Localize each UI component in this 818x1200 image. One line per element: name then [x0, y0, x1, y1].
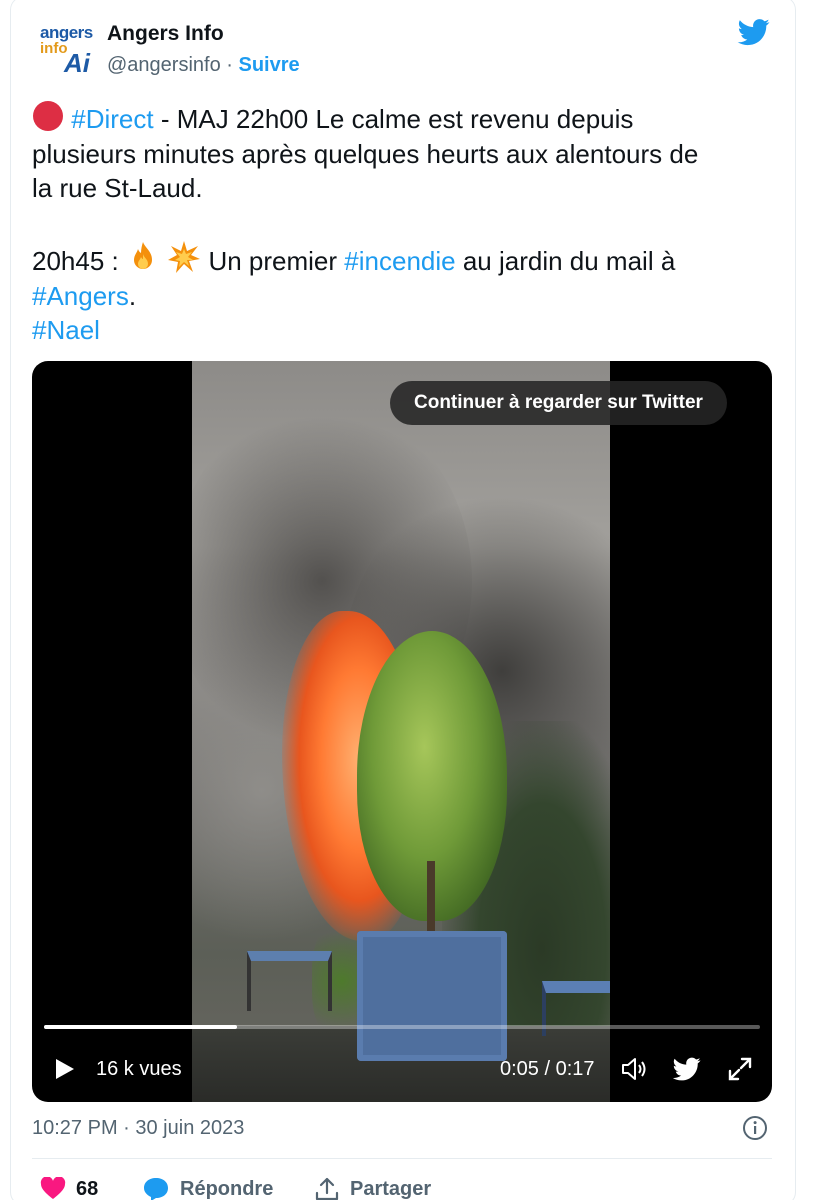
hashtag-nael-link[interactable]: #Nael [32, 315, 100, 345]
hashtag-direct-link[interactable]: #Direct [71, 104, 153, 134]
twitter-bird-icon[interactable] [736, 16, 772, 48]
tweet-line-4-prefix: 20h45 : [32, 246, 126, 276]
tweet-line-1: #Direct - MAJ 22h00 Le calme est revenu … [32, 100, 782, 137]
avatar-logo-text-ai: Ai [64, 48, 90, 78]
fire-emoji-icon [133, 242, 152, 269]
author-handle-line: @angersinfo · Suivre [107, 54, 300, 77]
tweet-text: #Direct - MAJ 22h00 Le calme est revenu … [32, 100, 782, 348]
bench [247, 951, 332, 1011]
hashtag-incendie-link[interactable]: #incendie [344, 246, 455, 276]
collision-emoji-icon [168, 241, 201, 273]
share-label: Partager [350, 1177, 432, 1200]
tweet-line-4-suffix: au jardin du mail à [455, 246, 676, 276]
reply-bubble-icon [144, 1178, 168, 1200]
handle-separator: · [226, 54, 233, 76]
share-button[interactable]: Partager [314, 1174, 431, 1200]
share-upload-icon [315, 1177, 339, 1200]
tweet-line-4-mid: Un premier [208, 246, 345, 276]
video-player[interactable]: Continuer à regarder sur Twitter 16 k vu… [32, 361, 772, 1102]
tweet-line-5-suffix: . [128, 280, 137, 311]
video-controls: 16 k vues 0:05 / 0:17 [32, 1041, 772, 1097]
video-progress-fill [44, 1025, 238, 1029]
view-count: 16 k vues [96, 1058, 182, 1080]
tweet-line-1-text: - MAJ 22h00 Le calme est revenu depuis [153, 104, 634, 134]
volume-muted-icon[interactable] [620, 1055, 650, 1083]
tweet-actions: 68 Répondre Partager [32, 1172, 772, 1200]
tweet-line-2: plusieurs minutes après quelques heurts … [32, 138, 699, 169]
tweet-line-4: 20h45 : Un premier #incendie au jardin d… [32, 240, 782, 279]
hashtag-angers-link[interactable]: #Angers [32, 281, 129, 311]
play-icon[interactable] [52, 1057, 76, 1081]
tweet-line-3: la rue St-Laud. [32, 173, 203, 203]
divider [32, 1158, 772, 1159]
continue-watching-button[interactable]: Continuer à regarder sur Twitter [390, 381, 727, 425]
video-frame[interactable] [192, 361, 610, 1102]
info-icon[interactable] [742, 1115, 768, 1141]
tweet-line-6: #Nael [32, 313, 782, 348]
like-count: 68 [76, 1177, 99, 1200]
like-button[interactable]: 68 [40, 1174, 98, 1200]
follow-button[interactable]: Suivre [239, 54, 300, 76]
author-name[interactable]: Angers Info [107, 22, 224, 46]
reply-button[interactable]: Répondre [142, 1174, 273, 1200]
video-progress-bar[interactable] [44, 1025, 760, 1029]
author-handle[interactable]: @angersinfo [107, 54, 221, 76]
heart-icon [40, 1177, 66, 1199]
twitter-bird-icon[interactable] [672, 1055, 702, 1083]
video-time: 0:05 / 0:17 [500, 1058, 595, 1080]
author-avatar[interactable]: angers info Ai [38, 20, 96, 78]
red-circle-emoji-icon [33, 101, 63, 131]
tweet-line-5: #Angers. [32, 279, 782, 314]
tweet-timestamp[interactable]: 10:27 PM · 30 juin 2023 [32, 1117, 244, 1140]
tree-trunk [427, 861, 435, 941]
reply-label: Répondre [180, 1177, 274, 1200]
expand-icon[interactable] [726, 1055, 754, 1083]
